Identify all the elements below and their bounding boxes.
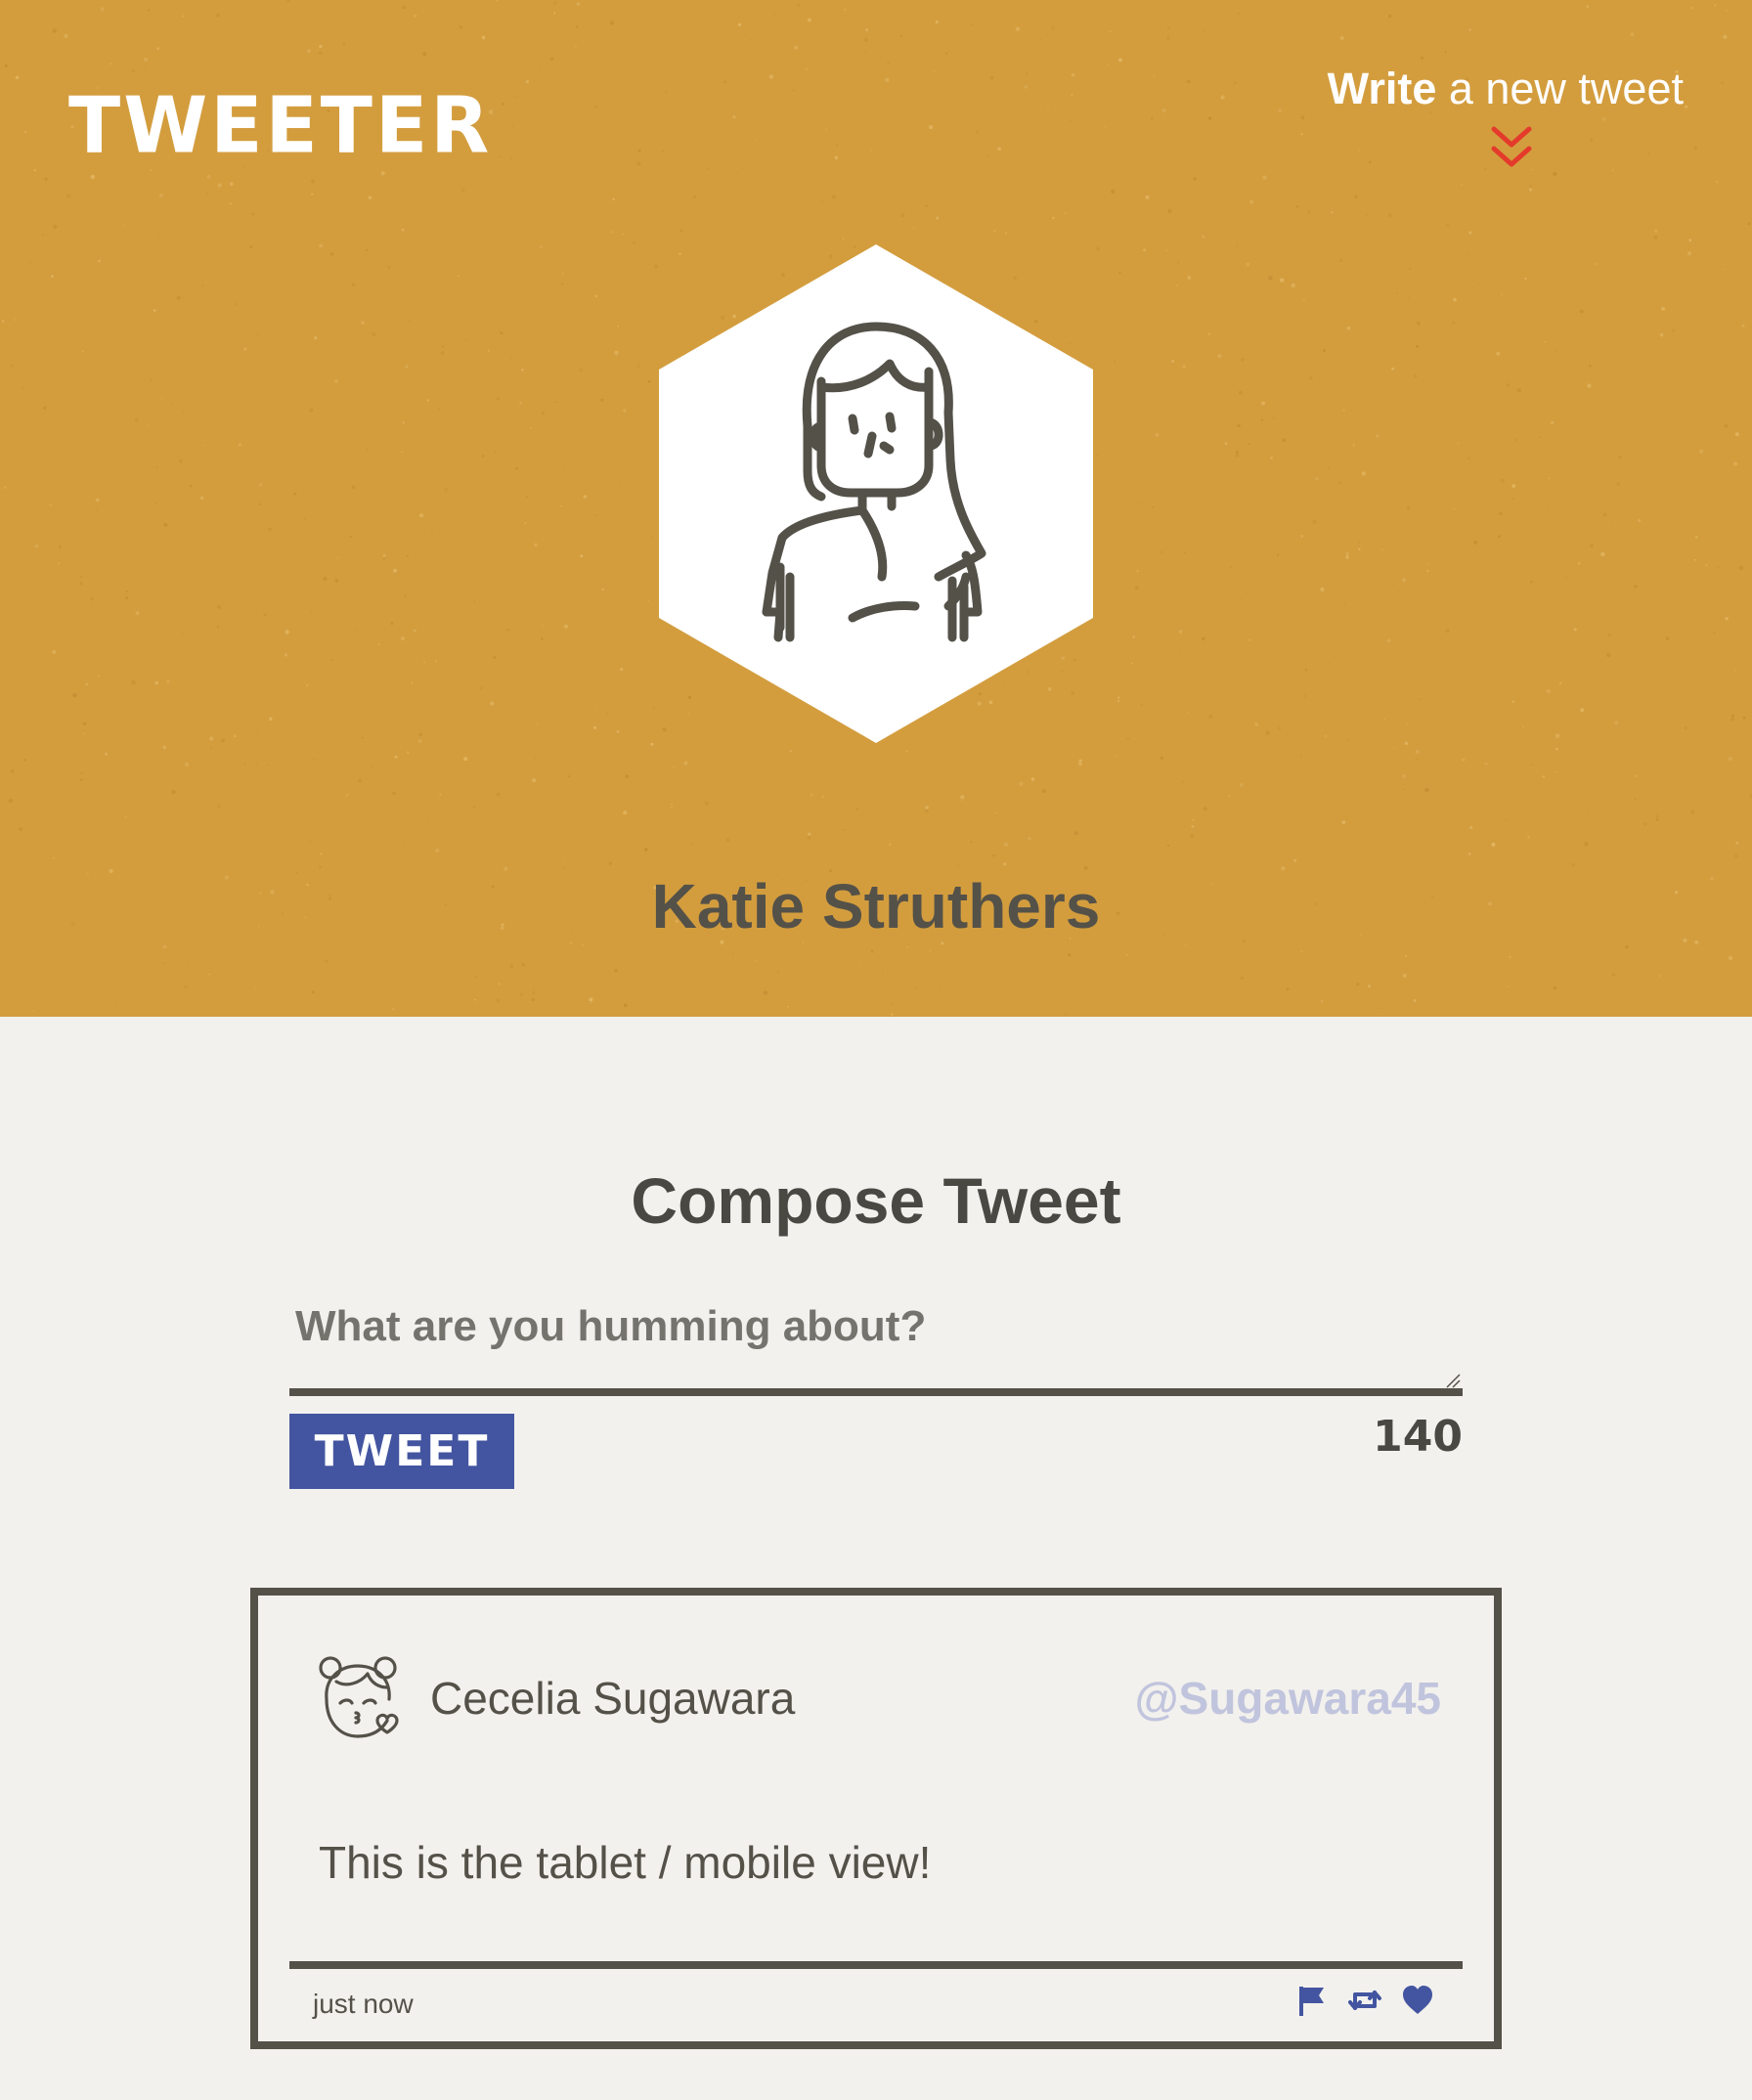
tweet-card: Cecelia Sugawara @Sugawara45 This is the…: [250, 1588, 1502, 2049]
profile-name: Katie Struthers: [651, 871, 1101, 941]
tweet-divider: [289, 1961, 1463, 1969]
heart-icon[interactable]: [1400, 1983, 1435, 2018]
retweet-icon[interactable]: [1347, 1983, 1382, 2018]
woman-avatar-icon: [659, 244, 1093, 743]
girl-kiss-avatar-icon: [319, 1656, 399, 1738]
flag-icon[interactable]: [1294, 1983, 1330, 2018]
compose-title: Compose Tweet: [631, 1164, 1121, 1237]
tweet-textarea[interactable]: [289, 1289, 1463, 1396]
resize-grip-icon[interactable]: [1445, 1373, 1461, 1388]
tweet-author-name[interactable]: Cecelia Sugawara: [430, 1672, 795, 1725]
tweet-button[interactable]: TWEET: [289, 1414, 514, 1489]
tweet-author-handle[interactable]: @Sugawara45: [1135, 1672, 1441, 1725]
tweet-timestamp: just now: [313, 1989, 414, 2019]
app-logo[interactable]: TWEETER: [68, 87, 492, 165]
write-link-strong: Write: [1327, 64, 1437, 113]
tweet-body: This is the tablet / mobile view!: [319, 1837, 932, 1888]
double-chevron-down-icon[interactable]: [1490, 125, 1533, 172]
tweet-actions: [1294, 1983, 1461, 2022]
profile-header: TWEETER Write a new tweet Katie Struther…: [0, 0, 1752, 1017]
character-counter: 140: [1373, 1412, 1463, 1462]
write-link-rest: a new tweet: [1436, 64, 1684, 113]
write-new-tweet-link[interactable]: Write a new tweet: [1273, 65, 1684, 113]
